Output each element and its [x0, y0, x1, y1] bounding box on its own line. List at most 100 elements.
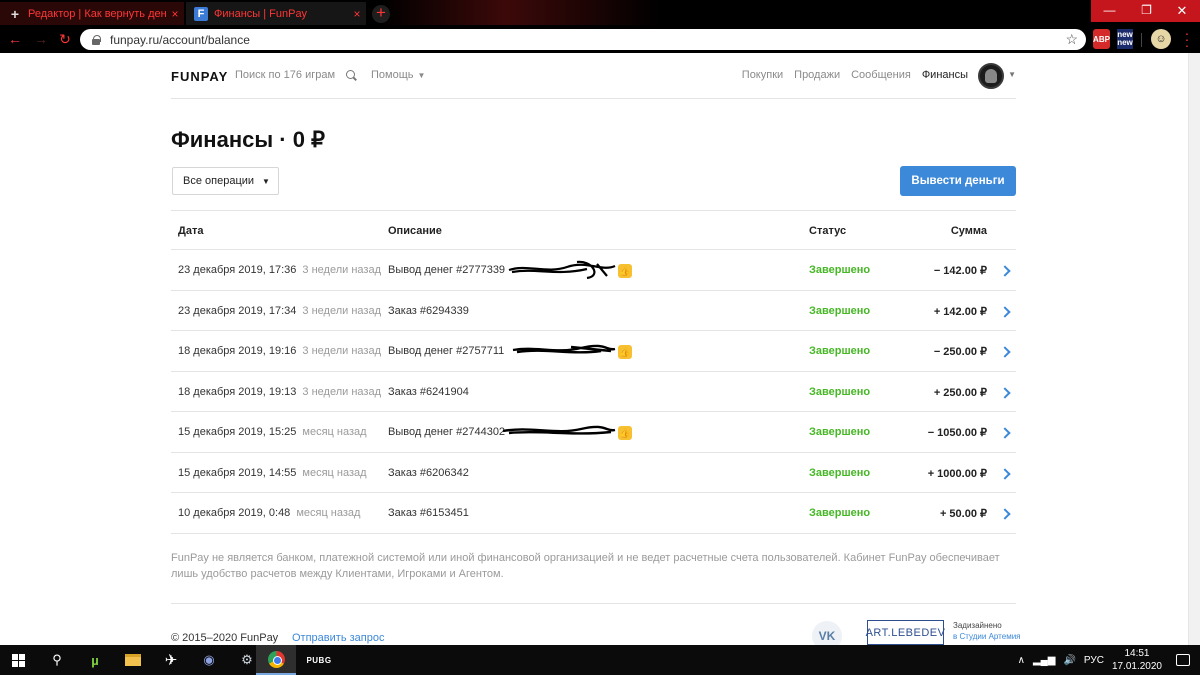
chevron-down-icon: ▼ — [262, 176, 270, 186]
row-date: 18 декабря 2019, 19:16 3 недели назад — [178, 345, 381, 357]
pubg-icon[interactable]: PUBG — [300, 645, 338, 675]
tab-close-icon[interactable]: × — [348, 7, 366, 21]
relative-time: месяц назад — [302, 466, 367, 479]
windows-icon — [11, 653, 25, 667]
thumbs-up-icon: 👍 — [618, 426, 632, 440]
nav-finances[interactable]: Финансы — [922, 69, 968, 81]
window-close-button[interactable]: ✕ — [1164, 0, 1200, 22]
account-nav: Покупки Продажи Сообщения Финансы — [742, 69, 968, 81]
notifications-icon[interactable] — [1176, 654, 1190, 666]
reload-icon[interactable]: ↻ — [56, 30, 74, 48]
search-icon[interactable]: ⚲ — [38, 645, 76, 675]
chevron-right-icon[interactable] — [999, 305, 1011, 319]
row-status: Завершено — [809, 507, 871, 519]
volume-icon[interactable]: 🔊 — [1063, 655, 1075, 666]
row-status: Завершено — [809, 345, 871, 357]
taskbar: ⚲ µ ✈ ◉ ⚙ PUBG ∧ ▂▄▆ 🔊 РУС 14:51 17.01.2… — [0, 645, 1200, 675]
chrome-logo — [267, 650, 285, 668]
redaction-scribble — [508, 260, 616, 280]
row-description: Заказ #6206342 — [388, 466, 469, 479]
browser-tab-editor[interactable]: + Редактор | Как вернуть деньги с × — [0, 2, 184, 25]
table-row[interactable]: 23 декабря 2019, 17:36 3 недели назад Выв… — [171, 250, 1016, 291]
send-request-link[interactable]: Отправить запрос — [292, 632, 384, 644]
row-description: Вывод денег #2777339 — [388, 264, 506, 276]
nav-sales[interactable]: Продажи — [794, 69, 840, 81]
row-amount: + 1000.00 ₽ — [927, 467, 987, 480]
chevron-right-icon[interactable] — [999, 507, 1011, 521]
row-status: Завершено — [809, 304, 871, 317]
discord-icon[interactable]: ◉ — [190, 645, 228, 675]
art-lebedev-logo[interactable]: ART.LEBEDEV — [866, 620, 945, 645]
table-row[interactable]: 15 декабря 2019, 14:55 месяц назад Заказ … — [171, 453, 1016, 493]
profile-avatar-icon[interactable]: ☺ — [1151, 29, 1171, 49]
date-text: 18 декабря 2019, 19:16 — [178, 345, 297, 357]
column-amount: Сумма — [950, 225, 987, 237]
redaction-scribble — [502, 425, 616, 435]
chevron-down-icon[interactable]: ▼ — [1008, 70, 1016, 79]
adblock-extension-icon[interactable]: ABP — [1093, 29, 1110, 49]
chevron-right-icon[interactable] — [999, 467, 1011, 481]
forward-arrow-icon[interactable]: → — [32, 30, 50, 48]
studio-link[interactable]: в Студии Артемия — [953, 632, 1021, 641]
row-amount: − 1050.00 ₽ — [927, 427, 987, 439]
address-bar[interactable]: funpay.ru/account/balance ☆ — [80, 29, 1086, 50]
table-row[interactable]: 18 декабря 2019, 19:16 3 недели назад Выв… — [171, 331, 1016, 372]
withdraw-money-button[interactable]: Вывести деньги — [900, 166, 1016, 196]
funpay-logo[interactable]: FUNPAY — [171, 69, 228, 84]
file-explorer-icon[interactable] — [114, 645, 152, 675]
table-row[interactable]: 23 декабря 2019, 17:34 3 недели назад Зак… — [171, 291, 1016, 331]
operations-filter-select[interactable]: Все операции ▼ — [172, 167, 279, 195]
vk-icon[interactable]: VK — [812, 621, 842, 645]
table-row[interactable]: 18 декабря 2019, 19:13 3 недели назад Зак… — [171, 372, 1016, 412]
browser-menu-icon[interactable]: · · · — [1182, 26, 1192, 52]
window-minimize-button[interactable]: — — [1091, 0, 1128, 22]
lock-icon[interactable] — [90, 34, 102, 46]
network-icon[interactable]: ▂▄▆ — [1033, 655, 1055, 666]
page-title: Финансы · 0 ₽ — [171, 127, 326, 152]
new-tab-button[interactable]: + — [372, 4, 390, 23]
nav-messages[interactable]: Сообщения — [851, 69, 911, 81]
relative-time: 3 недели назад — [302, 264, 381, 276]
chevron-right-icon[interactable] — [999, 386, 1011, 400]
toolbar-divider — [1141, 33, 1142, 47]
gamepad-icon[interactable]: ✈ — [152, 645, 190, 675]
chevron-right-icon[interactable] — [999, 345, 1011, 359]
table-row[interactable]: 15 декабря 2019, 15:25 месяц назад Вывод … — [171, 412, 1016, 453]
utorrent-icon[interactable]: µ — [76, 645, 114, 675]
chevron-right-icon[interactable] — [999, 264, 1011, 278]
row-amount: − 142.00 ₽ — [933, 265, 987, 277]
browser-tab-funpay[interactable]: F Финансы | FunPay × — [186, 2, 366, 25]
back-arrow-icon[interactable]: ← — [6, 30, 24, 48]
scrollbar[interactable] — [1188, 53, 1200, 645]
thumbs-up-icon: 👍 — [618, 345, 632, 359]
chevron-right-icon[interactable] — [999, 426, 1011, 440]
table-row[interactable]: 10 декабря 2019, 0:48 месяц назад Заказ #… — [171, 493, 1016, 534]
language-indicator[interactable]: РУС — [1084, 655, 1104, 666]
search-icon[interactable] — [346, 70, 356, 79]
user-avatar[interactable] — [978, 63, 1004, 89]
filter-value: Все операции — [183, 175, 255, 187]
url-text[interactable]: funpay.ru/account/balance — [110, 33, 250, 47]
nav-purchases[interactable]: Покупки — [742, 69, 783, 81]
redaction-scribble — [512, 344, 616, 354]
bookmark-star-icon[interactable]: ☆ — [1065, 31, 1078, 48]
extension-label: new — [1117, 38, 1133, 47]
disclaimer-text: FunPay не является банком, платежной сис… — [171, 552, 1000, 580]
help-label: Помощь — [371, 69, 414, 81]
copyright: © 2015–2020 FunPay — [171, 632, 279, 644]
window-maximize-button[interactable]: ❐ — [1128, 0, 1165, 22]
clock[interactable]: 14:51 17.01.2020 — [1112, 647, 1162, 673]
titlebar-decoration — [380, 0, 660, 25]
help-menu[interactable]: Помощь ▼ — [371, 69, 425, 81]
tab-close-icon[interactable]: × — [166, 7, 184, 21]
date-text: 15 декабря 2019, 14:55 — [178, 466, 297, 479]
new-extension-icon[interactable]: new new — [1117, 29, 1133, 49]
relative-time: месяц назад — [302, 426, 367, 438]
chrome-icon[interactable] — [256, 645, 296, 675]
browser-titlebar: + Редактор | Как вернуть деньги с × F Фи… — [0, 0, 1200, 25]
start-button[interactable] — [0, 645, 36, 675]
chevron-up-icon[interactable]: ∧ — [1018, 655, 1025, 666]
site-search[interactable]: Поиск по 176 играм — [235, 69, 356, 81]
row-status: Завершено — [809, 466, 871, 479]
tab-favicon-icon: + — [10, 5, 20, 22]
